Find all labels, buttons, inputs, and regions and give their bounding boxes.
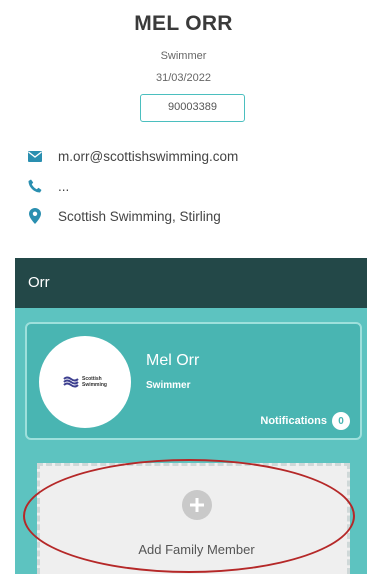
phone-icon [26, 177, 44, 195]
contact-email[interactable]: m.orr@scottishswimming.com [58, 149, 238, 164]
notifications-count-badge: 0 [332, 412, 350, 430]
club-logo: Scottish Swimming [39, 336, 131, 428]
profile-name: MEL ORR [134, 12, 233, 35]
profile-role: Swimmer [160, 50, 207, 62]
logo-text: Scottish Swimming [81, 376, 107, 388]
profile-date: 31/03/2022 [155, 72, 212, 84]
notifications-label[interactable]: Notifications [260, 415, 327, 427]
add-family-member-label: Add Family Member [138, 542, 255, 557]
contact-location: Scottish Swimming, Stirling [58, 208, 221, 224]
notifications-link[interactable]: Notifications 0 [260, 412, 350, 430]
family-panel: Orr Scottish Swimming Mel Orr Swimmer No… [15, 258, 367, 574]
panel-title: Orr [28, 274, 50, 291]
envelope-icon [26, 147, 44, 165]
member-id-badge: 90003389 [140, 94, 245, 122]
card-member-role: Swimmer [146, 380, 191, 391]
plus-icon [182, 490, 212, 520]
contact-phone-row[interactable]: ... [26, 175, 69, 197]
member-card[interactable]: Scottish Swimming Mel Orr Swimmer Notifi… [25, 322, 362, 440]
swim-wave-icon [63, 376, 79, 388]
add-family-member-button[interactable]: Add Family Member [37, 463, 350, 574]
card-member-name: Mel Orr [146, 352, 200, 369]
contact-phone[interactable]: ... [58, 179, 69, 194]
panel-header: Orr [15, 258, 367, 308]
map-pin-icon [26, 207, 44, 225]
contact-location-row: Scottish Swimming, Stirling [26, 205, 221, 227]
contact-email-row[interactable]: m.orr@scottishswimming.com [26, 145, 238, 167]
